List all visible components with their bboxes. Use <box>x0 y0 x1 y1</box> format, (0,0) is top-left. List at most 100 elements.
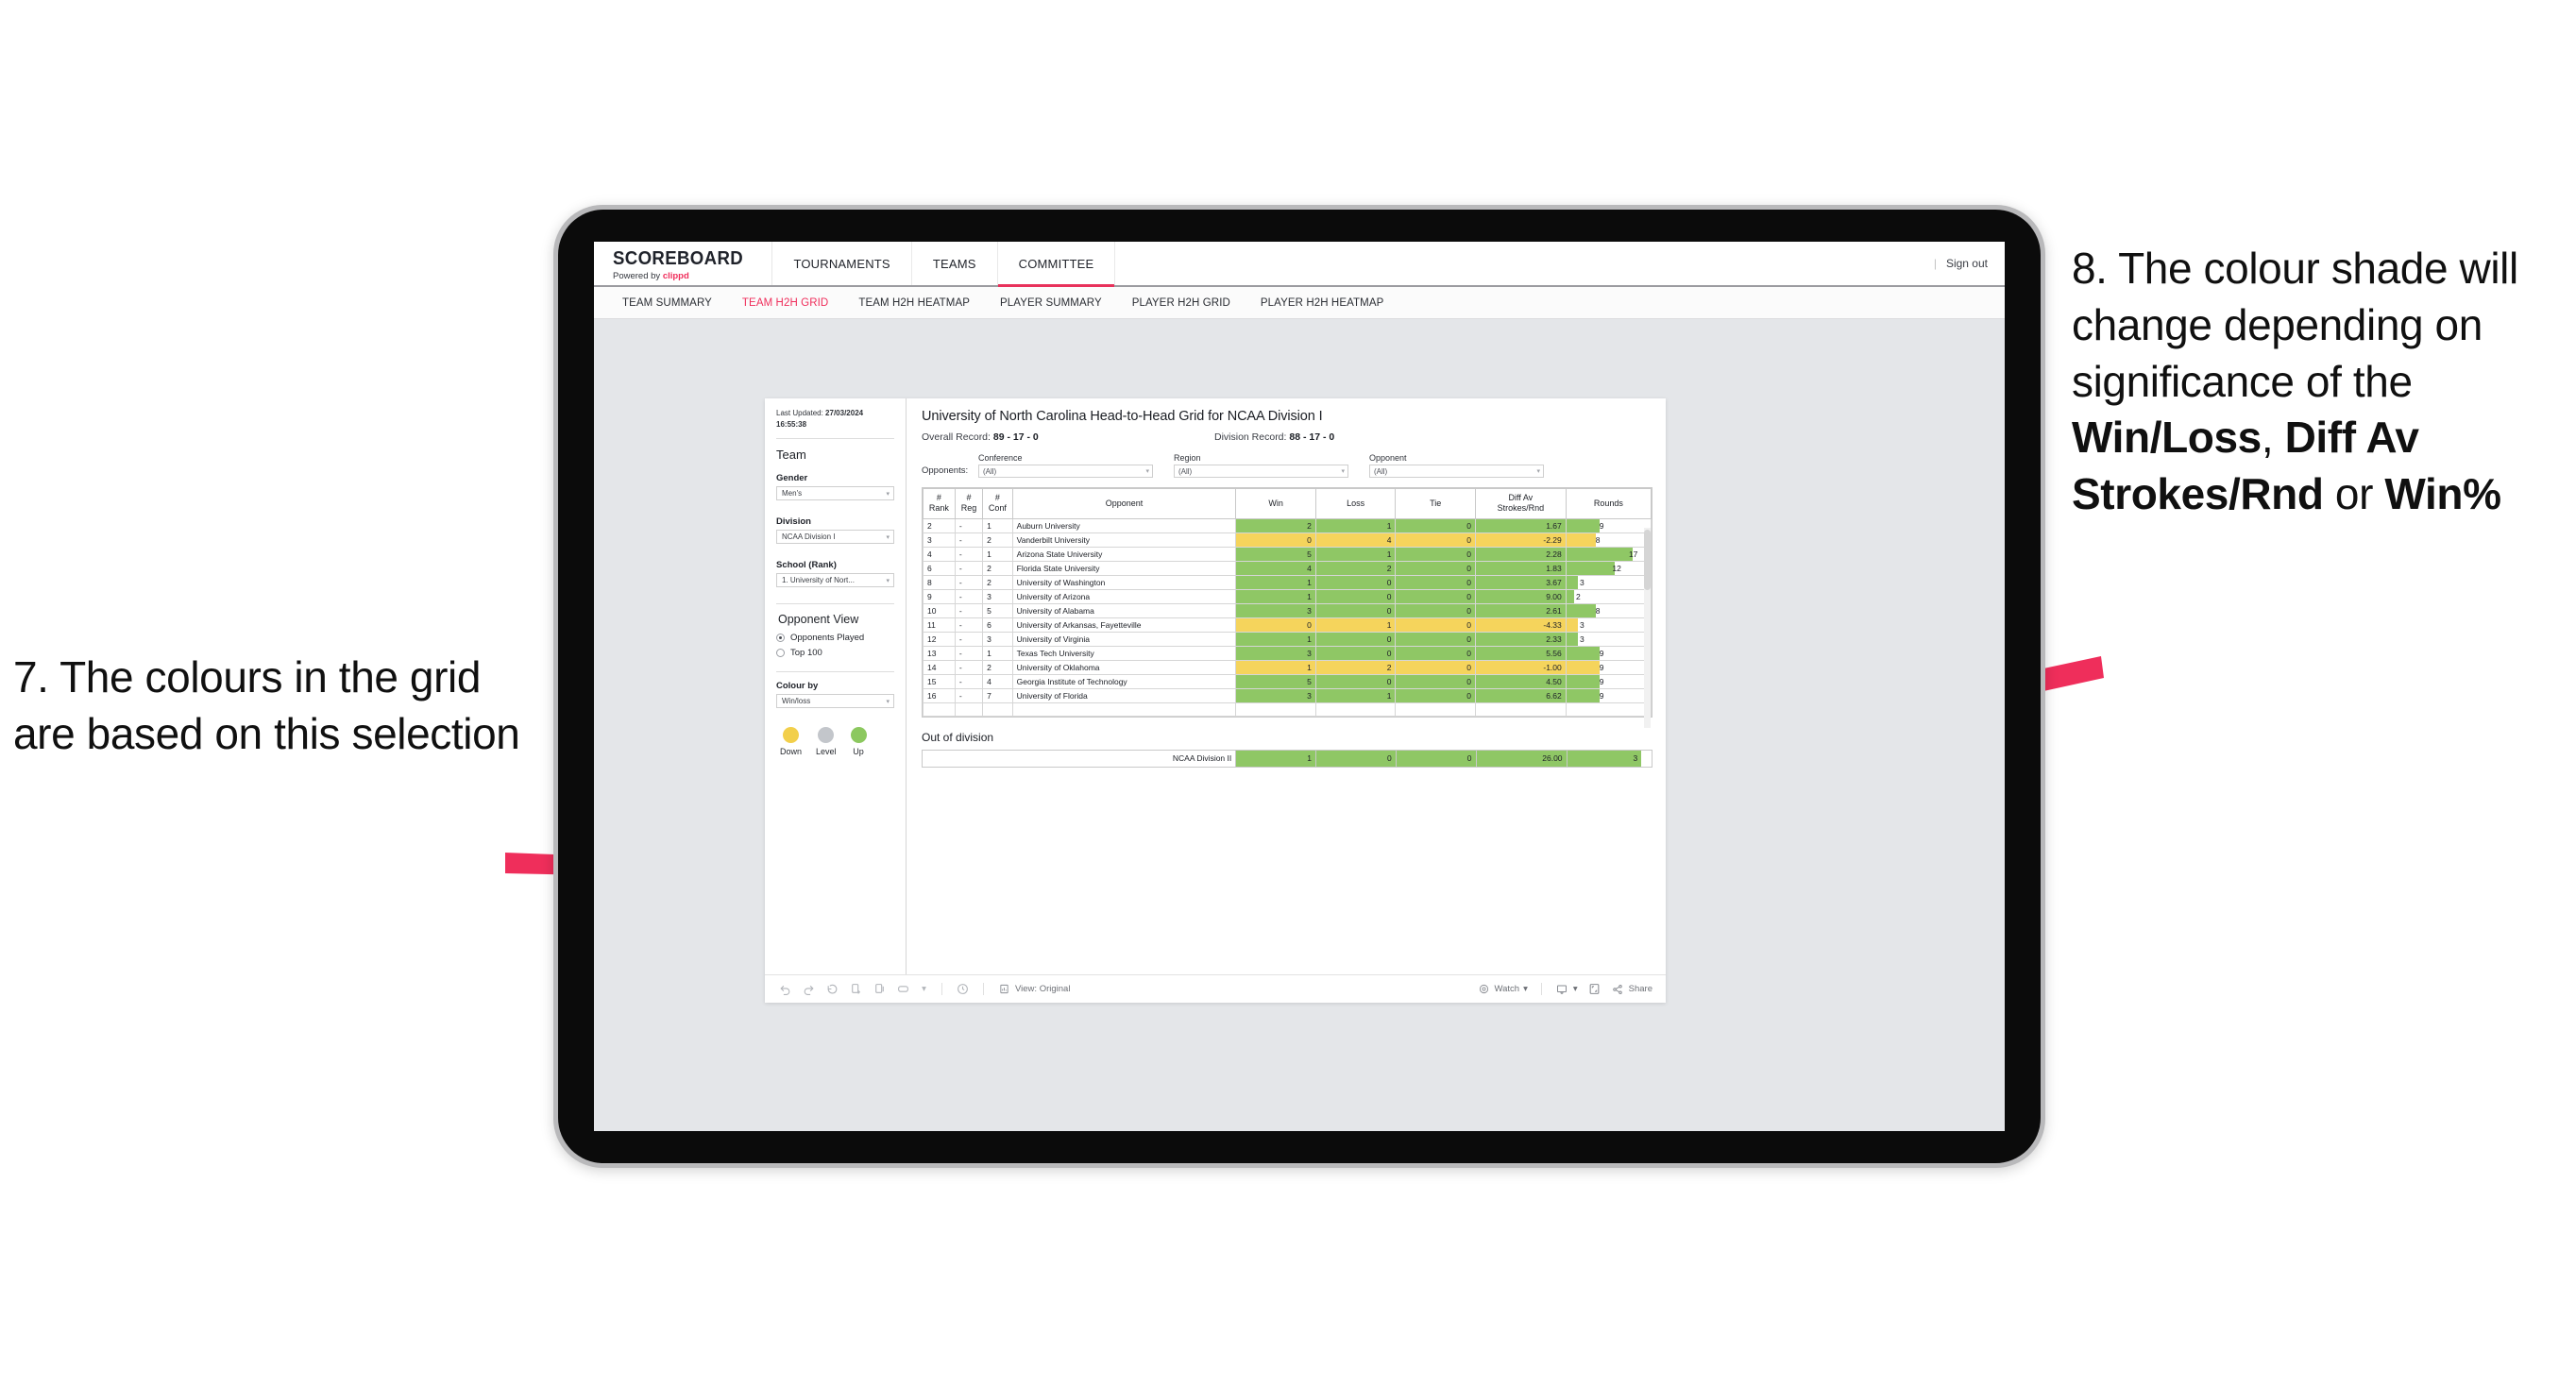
cell-conf: 2 <box>982 659 1013 675</box>
signout-link[interactable]: Sign out <box>1946 257 1988 270</box>
table-row[interactable]: 16-7 University of Florida 3 1 0 6.62 9 <box>923 687 1652 703</box>
clock-icon[interactable] <box>956 982 970 996</box>
opponent-filter-select[interactable]: (All) ▾ <box>1369 465 1544 478</box>
undo-icon[interactable] <box>778 982 792 996</box>
rounds-value: 2 <box>1575 591 1581 601</box>
opponent-filters: Opponents: Conference (All) ▾ Region (Al… <box>922 453 1652 478</box>
table-row[interactable]: 12-3 University of Virginia 1 0 0 2.33 3 <box>923 631 1652 647</box>
legend-item-down: Down <box>780 727 802 756</box>
redo-icon[interactable] <box>802 982 816 996</box>
cell-reg: - <box>954 546 984 562</box>
subnav-team-h2h-heatmap[interactable]: TEAM H2H HEATMAP <box>843 297 985 309</box>
legend-item-level: Level <box>816 727 837 756</box>
subnav-team-summary[interactable]: TEAM SUMMARY <box>607 297 727 309</box>
table-row[interactable]: 14-2 University of Oklahoma 1 2 0 -1.00 9 <box>923 659 1652 675</box>
gender-select[interactable]: Men's ▾ <box>776 486 894 501</box>
cell-reg: - <box>954 560 984 576</box>
subnav-player-h2h-grid[interactable]: PLAYER H2H GRID <box>1117 297 1246 309</box>
table-row[interactable]: 10-5 University of Alabama 3 0 0 2.61 8 <box>923 602 1652 618</box>
cell-conf: 7 <box>982 687 1013 703</box>
conference-filter: Conference (All) ▾ <box>978 453 1153 478</box>
table-vertical-scrollbar[interactable] <box>1644 528 1651 728</box>
watch-button[interactable]: Watch ▾ <box>1477 982 1528 996</box>
scrollbar-thumb[interactable] <box>1644 530 1651 590</box>
cell-rounds: 3 <box>1565 617 1652 633</box>
table-row[interactable]: 9-3 University of Arizona 1 0 0 9.00 2 <box>923 588 1652 604</box>
rounds-value: 9 <box>1599 676 1604 686</box>
radio-top-100[interactable]: Top 100 <box>776 648 894 658</box>
blank-cell <box>1474 701 1567 717</box>
subnav-team-h2h-grid[interactable]: TEAM H2H GRID <box>727 297 843 309</box>
share-button[interactable]: Share <box>1611 982 1652 996</box>
nav-committee[interactable]: COMMITTEE <box>997 242 1116 287</box>
subnav-player-summary[interactable]: PLAYER SUMMARY <box>985 297 1117 309</box>
annotation-8-bold-winpct: Win% <box>2384 469 2501 519</box>
subnav-player-h2h-heatmap[interactable]: PLAYER H2H HEATMAP <box>1246 297 1398 309</box>
table-row[interactable]: 4-1 Arizona State University 5 1 0 2.28 17 <box>923 546 1652 562</box>
cell-rounds: 8 <box>1565 532 1652 548</box>
nav-tournaments[interactable]: TOURNAMENTS <box>772 242 912 285</box>
table-row[interactable]: 2-1 Auburn University 2 1 0 1.67 9 <box>923 517 1652 533</box>
cell-rounds: 9 <box>1565 659 1652 675</box>
toolbar-divider-2 <box>983 983 984 995</box>
annotation-8-text: 8. The colour shade will change dependin… <box>2072 241 2576 523</box>
cell-reg: - <box>954 602 984 618</box>
col-tie: Tie <box>1395 488 1476 519</box>
cell-conf: 4 <box>982 673 1013 689</box>
table-row[interactable]: 11-6 University of Arkansas, Fayetteville… <box>923 617 1652 633</box>
download-button[interactable]: ▾ <box>1555 982 1578 996</box>
cell-loss: 2 <box>1314 659 1397 675</box>
fullscreen-icon[interactable] <box>1587 982 1602 996</box>
layout-caret-icon[interactable]: ▾ <box>920 982 928 996</box>
conference-filter-select[interactable]: (All) ▾ <box>978 465 1153 478</box>
view-original-button[interactable]: View: Original <box>997 982 1070 996</box>
legend-item-up: Up <box>850 727 867 756</box>
rounds-value: 3 <box>1579 577 1585 587</box>
device-layout-icon[interactable] <box>896 982 910 996</box>
cell-tie: 0 <box>1395 659 1476 675</box>
table-blank-row <box>923 701 1652 717</box>
cell-rounds: 12 <box>1565 560 1652 576</box>
region-filter-select[interactable]: (All) ▾ <box>1174 465 1348 478</box>
tablet-bezel: SCOREBOARD Powered by clippd TOURNAMENTS… <box>558 210 2041 1163</box>
viz-toolbar: ▾ View: Original Watch ▾ ▾ Share <box>765 974 1666 1003</box>
chevron-down-icon: ▾ <box>1536 468 1540 475</box>
sidebar-divider-2 <box>776 603 894 605</box>
table-row[interactable]: 6-2 Florida State University 4 2 0 1.83 12 <box>923 560 1652 576</box>
cell-win: 1 <box>1235 588 1316 604</box>
h2h-grid-table-wrapper: # Rank # Reg # Conf Opponent Win Loss Tie D… <box>922 487 1652 728</box>
col-tie-label: Tie <box>1430 498 1442 508</box>
region-filter-label: Region <box>1174 453 1201 463</box>
cell-win: 1 <box>1235 659 1316 675</box>
cell-win: 5 <box>1235 546 1316 562</box>
table-row[interactable]: 15-4 Georgia Institute of Technology 5 0 0 4.… <box>923 673 1652 689</box>
cell-conf: 6 <box>982 617 1013 633</box>
table-row[interactable]: 3-2 Vanderbilt University 0 4 0 -2.29 8 <box>923 532 1652 548</box>
revert-icon[interactable] <box>825 982 839 996</box>
cell-rank: 9 <box>923 588 956 604</box>
radio-opponents-played[interactable]: Opponents Played <box>776 633 894 643</box>
cell-diff: 9.00 <box>1474 588 1567 604</box>
cell-diff: -1.00 <box>1474 659 1567 675</box>
dashboard-body: Last Updated: 27/03/2024 16:55:38 Team G… <box>765 398 1666 974</box>
watch-label: Watch <box>1494 984 1520 994</box>
cell-win: 3 <box>1235 645 1316 661</box>
sidebar-divider-1 <box>776 438 894 440</box>
cell-loss: 1 <box>1314 517 1397 533</box>
table-row[interactable]: 13-1 Texas Tech University 3 0 0 5.56 9 <box>923 645 1652 661</box>
rounds-value: 3 <box>1579 619 1585 630</box>
cell-tie: 0 <box>1395 617 1476 633</box>
school-select[interactable]: 1. University of Nort... ▾ <box>776 573 894 588</box>
refresh-icon[interactable] <box>849 982 863 996</box>
division-record-value: 88 - 17 - 0 <box>1289 431 1335 443</box>
nav-teams[interactable]: TEAMS <box>912 242 998 285</box>
cell-opponent: Florida State University <box>1011 560 1237 576</box>
cell-loss: 0 <box>1314 673 1397 689</box>
colour-by-field: Colour by Win/loss ▾ <box>776 681 894 709</box>
cell-rank: 15 <box>923 673 956 689</box>
colour-by-select[interactable]: Win/loss ▾ <box>776 694 894 709</box>
table-row[interactable]: 8-2 University of Washington 1 0 0 3.67 3 <box>923 574 1652 590</box>
table-row: NCAA Division II 1 0 0 26.00 3 <box>921 749 1653 768</box>
division-select[interactable]: NCAA Division I ▾ <box>776 530 894 545</box>
pause-icon[interactable] <box>873 982 887 996</box>
